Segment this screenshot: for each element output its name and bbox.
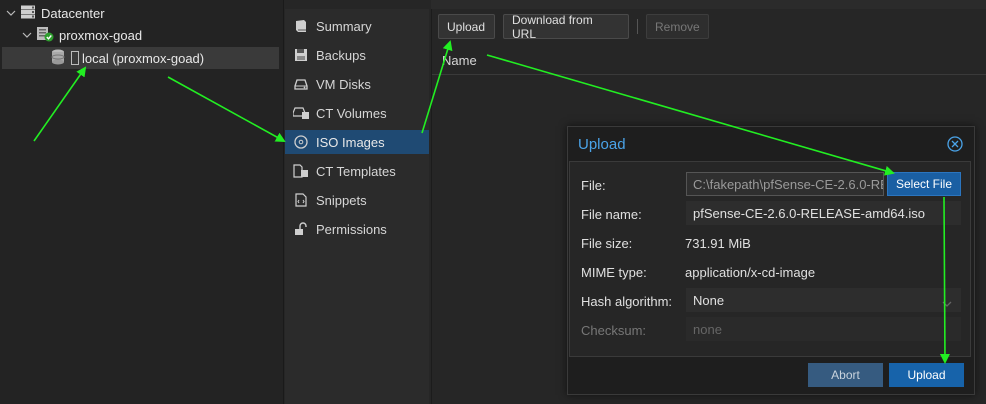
nav-item-permissions[interactable]: Permissions bbox=[285, 217, 429, 241]
download-from-url-button[interactable]: Download from URL bbox=[503, 13, 629, 41]
mime-value: application/x-cd-image bbox=[685, 265, 816, 280]
checksum-label: Checksum: bbox=[581, 323, 647, 338]
nav-item-ct-volumes[interactable]: CT Volumes bbox=[285, 101, 429, 125]
node-online-icon bbox=[36, 26, 54, 45]
nav-label: ISO Images bbox=[316, 134, 385, 150]
dialog-title: Upload bbox=[578, 136, 626, 153]
close-icon[interactable] bbox=[947, 136, 963, 152]
mime-label: MIME type: bbox=[581, 265, 647, 280]
resource-tree: Datacenter proxmox-goad local (proxmox-g… bbox=[0, 0, 284, 404]
file-path-field[interactable]: C:\fakepath\pfSense-CE-2.6.0-RELEASE-amd… bbox=[686, 172, 884, 196]
storage-status-icon bbox=[71, 51, 79, 65]
filesize-label: File size: bbox=[581, 236, 633, 251]
unlock-icon bbox=[293, 221, 309, 237]
floppy-icon bbox=[293, 47, 309, 63]
chevron-down-icon[interactable] bbox=[6, 8, 16, 18]
checksum-field[interactable]: none bbox=[686, 317, 961, 341]
tree-item-label: Datacenter bbox=[41, 5, 105, 21]
toolbar-separator bbox=[637, 19, 638, 34]
server-rack-icon bbox=[20, 5, 36, 22]
nav-item-summary[interactable]: Summary bbox=[285, 14, 429, 38]
upload-dialog: Upload File: C:\fakepath\pfSense-CE-2.6.… bbox=[567, 126, 975, 395]
hash-label: Hash algorithm: bbox=[581, 294, 673, 309]
nav-label: VM Disks bbox=[316, 76, 371, 92]
nav-item-iso-images[interactable]: ISO Images bbox=[285, 130, 429, 154]
hash-value: None bbox=[693, 292, 725, 308]
select-file-button[interactable]: Select File bbox=[887, 172, 961, 196]
nav-label: CT Volumes bbox=[316, 105, 387, 121]
nav-item-snippets[interactable]: Snippets bbox=[285, 188, 429, 212]
dialog-form: File: C:\fakepath\pfSense-CE-2.6.0-RELEA… bbox=[569, 161, 971, 357]
storage-nav: Summary Backups VM Disks CT Volumes ISO … bbox=[285, 9, 429, 404]
hash-algorithm-select[interactable]: None bbox=[686, 288, 961, 312]
disc-icon bbox=[293, 134, 309, 150]
tree-item-storage[interactable]: local (proxmox-goad) bbox=[2, 47, 279, 69]
filename-label: File name: bbox=[581, 207, 642, 222]
grid-header: Name bbox=[432, 44, 986, 75]
nav-label: Backups bbox=[316, 47, 366, 63]
book-icon bbox=[293, 18, 309, 34]
nav-label: Snippets bbox=[316, 192, 367, 208]
file-label: File: bbox=[581, 178, 606, 193]
file-copy-icon bbox=[293, 163, 309, 179]
upload-confirm-button[interactable]: Upload bbox=[889, 363, 964, 387]
tree-item-datacenter[interactable]: Datacenter bbox=[0, 2, 281, 24]
filename-field[interactable]: pfSense-CE-2.6.0-RELEASE-amd64.iso bbox=[686, 201, 961, 225]
filesize-value: 731.91 MiB bbox=[685, 236, 751, 251]
chevron-down-icon[interactable] bbox=[22, 30, 32, 40]
database-icon bbox=[50, 49, 66, 68]
tree-item-label: proxmox-goad bbox=[59, 27, 143, 43]
abort-button[interactable]: Abort bbox=[808, 363, 883, 387]
nav-label: Permissions bbox=[316, 221, 387, 237]
nav-item-ct-templates[interactable]: CT Templates bbox=[285, 159, 429, 183]
nav-item-vm-disks[interactable]: VM Disks bbox=[285, 72, 429, 96]
nav-label: Summary bbox=[316, 18, 372, 34]
file-code-icon bbox=[293, 192, 309, 208]
hdd-stack-icon bbox=[293, 105, 309, 121]
remove-button[interactable]: Remove bbox=[646, 14, 709, 39]
tree-item-label: local (proxmox-goad) bbox=[82, 50, 205, 66]
chevron-down-icon bbox=[942, 296, 952, 311]
tree-item-node[interactable]: proxmox-goad bbox=[0, 24, 281, 46]
nav-item-backups[interactable]: Backups bbox=[285, 43, 429, 67]
hdd-icon bbox=[293, 76, 309, 92]
content-header-strip bbox=[431, 0, 986, 9]
nav-label: CT Templates bbox=[316, 163, 396, 179]
upload-button[interactable]: Upload bbox=[438, 14, 495, 39]
column-header-name[interactable]: Name bbox=[442, 53, 477, 68]
